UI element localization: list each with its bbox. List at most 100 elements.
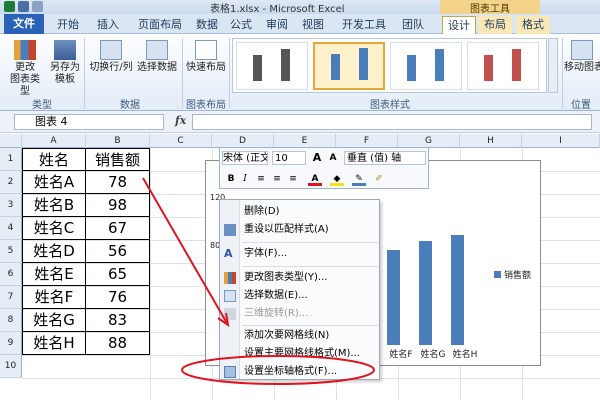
- name-box[interactable]: 图表 4: [14, 114, 164, 130]
- table-cell-sales[interactable]: 98: [86, 194, 150, 217]
- table-cell-name[interactable]: 姓名H: [22, 332, 86, 355]
- menu-item-change-chart-type[interactable]: 更改图表类型(Y)...: [244, 270, 327, 286]
- column-header-i[interactable]: I: [522, 134, 600, 148]
- column-header-f[interactable]: F: [336, 134, 398, 148]
- menu-item-format-major-gridlines[interactable]: 设置主要网格线格式(M)...: [244, 346, 360, 362]
- group-label-location: 位置: [571, 100, 591, 111]
- column-header-e[interactable]: E: [274, 134, 336, 148]
- row-header-6[interactable]: 6: [0, 263, 22, 286]
- align-right-icon[interactable]: ≡: [286, 172, 300, 186]
- quick-layout-button[interactable]: 快速布局: [184, 40, 228, 74]
- row-header-3[interactable]: 3: [0, 194, 22, 217]
- header-cell-name[interactable]: 姓名: [22, 148, 86, 171]
- corner-select-all[interactable]: [0, 134, 22, 148]
- move-chart-icon: [571, 40, 593, 60]
- row-header-2[interactable]: 2: [0, 171, 22, 194]
- menu-item-font[interactable]: 字体(F)...: [244, 246, 287, 262]
- table-cell-sales[interactable]: 65: [86, 263, 150, 286]
- grow-font-button[interactable]: A: [310, 151, 324, 165]
- font-name-select[interactable]: 宋体 (正文: [222, 151, 268, 165]
- chart-style-gray[interactable]: [236, 42, 308, 90]
- row-header-1[interactable]: 1: [0, 148, 22, 171]
- chart-bar[interactable]: [451, 235, 464, 345]
- menu-item-reset-style[interactable]: 重设以匹配样式(A): [244, 222, 329, 238]
- column-header-b[interactable]: B: [86, 134, 150, 148]
- shrink-font-button[interactable]: A: [326, 151, 340, 165]
- move-chart-button[interactable]: 移动图表: [564, 40, 600, 74]
- fill-color-icon[interactable]: ◆: [330, 172, 344, 186]
- column-header-g[interactable]: G: [398, 134, 460, 148]
- table-cell-sales[interactable]: 67: [86, 217, 150, 240]
- tab-view[interactable]: 视图: [298, 16, 328, 34]
- tab-layout[interactable]: 布局: [478, 16, 512, 34]
- italic-button[interactable]: I: [238, 172, 252, 186]
- table-cell-name[interactable]: 姓名A: [22, 171, 86, 194]
- column-header-a[interactable]: A: [22, 134, 86, 148]
- table-cell-sales[interactable]: 78: [86, 171, 150, 194]
- table-cell-name[interactable]: 姓名F: [22, 286, 86, 309]
- column-header-h[interactable]: H: [460, 134, 522, 148]
- row-header-5[interactable]: 5: [0, 240, 22, 263]
- chart-style-blue-selected[interactable]: [313, 42, 385, 90]
- row-header-4[interactable]: 4: [0, 217, 22, 240]
- select-data-button[interactable]: 选择数据: [134, 40, 180, 74]
- table-cell-name[interactable]: 姓名C: [22, 217, 86, 240]
- chart-style-red[interactable]: [467, 42, 539, 90]
- column-header-d[interactable]: D: [212, 134, 274, 148]
- chart-element-select[interactable]: 垂直 (值) 轴: [344, 151, 426, 165]
- style-bar: [253, 55, 262, 81]
- format-painter-icon[interactable]: ✐: [372, 172, 386, 186]
- table-cell-name[interactable]: 姓名B: [22, 194, 86, 217]
- align-left-icon[interactable]: ≡: [254, 172, 268, 186]
- tab-team[interactable]: 团队: [398, 16, 428, 34]
- font-color-button[interactable]: A: [308, 172, 322, 186]
- change-chart-type-button[interactable]: 更改 图表类型: [6, 40, 44, 98]
- undo-icon[interactable]: [32, 1, 43, 12]
- font-size-select[interactable]: 10: [272, 151, 306, 165]
- tab-format[interactable]: 格式: [516, 16, 550, 34]
- row-header-8[interactable]: 8: [0, 309, 22, 332]
- switch-row-column-button[interactable]: 切换行/列: [88, 40, 134, 74]
- row-header-10[interactable]: 10: [0, 355, 22, 378]
- style-bar: [435, 49, 444, 81]
- outline-color-icon[interactable]: ✎: [352, 172, 366, 186]
- fx-icon[interactable]: fx: [175, 114, 186, 127]
- menu-item-delete[interactable]: 删除(D): [244, 204, 280, 220]
- tab-home[interactable]: 开始: [50, 16, 86, 34]
- ribbon-tabs: 文件 开始 插入 页面布局 数据 公式 审阅 视图 开发工具 团队 设计 布局 …: [0, 14, 600, 34]
- table-cell-name[interactable]: 姓名G: [22, 309, 86, 332]
- column-header-c[interactable]: C: [150, 134, 212, 148]
- bold-button[interactable]: B: [224, 172, 238, 186]
- tab-developer[interactable]: 开发工具: [334, 16, 394, 34]
- header-cell-sales[interactable]: 销售额: [86, 148, 150, 171]
- menu-item-format-axis[interactable]: 设置坐标轴格式(F)...: [244, 364, 337, 380]
- tab-design[interactable]: 设计: [442, 16, 476, 34]
- row-header-9[interactable]: 9: [0, 332, 22, 355]
- table-cell-sales[interactable]: 88: [86, 332, 150, 355]
- table-cell-name[interactable]: 姓名D: [22, 240, 86, 263]
- table-cell-sales[interactable]: 56: [86, 240, 150, 263]
- chart-bar[interactable]: [419, 241, 432, 345]
- chart-styles-scroll[interactable]: [548, 38, 558, 93]
- tab-file[interactable]: 文件: [4, 14, 44, 34]
- tab-page-layout[interactable]: 页面布局: [130, 16, 190, 34]
- table-cell-sales[interactable]: 76: [86, 286, 150, 309]
- save-icon[interactable]: [18, 1, 29, 12]
- chart-styles-gallery[interactable]: [232, 38, 547, 93]
- table-cell-name[interactable]: 姓名E: [22, 263, 86, 286]
- align-center-icon[interactable]: ≡: [270, 172, 284, 186]
- table-cell-sales[interactable]: 83: [86, 309, 150, 332]
- chart-bar[interactable]: [387, 250, 400, 345]
- tab-formulas[interactable]: 公式: [226, 16, 256, 34]
- ribbon-design: 更改 图表类型 另存为 模板 类型 切换行/列 选择数据 数据 快速布局 图表布…: [0, 34, 600, 111]
- menu-item-select-data[interactable]: 选择数据(E)...: [244, 288, 308, 304]
- save-as-template-button[interactable]: 另存为 模板: [48, 40, 82, 86]
- chart-style-blue-2[interactable]: [390, 42, 462, 90]
- tab-data[interactable]: 数据: [192, 16, 222, 34]
- quick-layout-icon: [195, 40, 217, 60]
- menu-item-add-minor-gridlines[interactable]: 添加次要网格线(N): [244, 328, 329, 344]
- tab-insert[interactable]: 插入: [90, 16, 126, 34]
- formula-input[interactable]: [192, 114, 592, 130]
- tab-review[interactable]: 审阅: [262, 16, 292, 34]
- row-header-7[interactable]: 7: [0, 286, 22, 309]
